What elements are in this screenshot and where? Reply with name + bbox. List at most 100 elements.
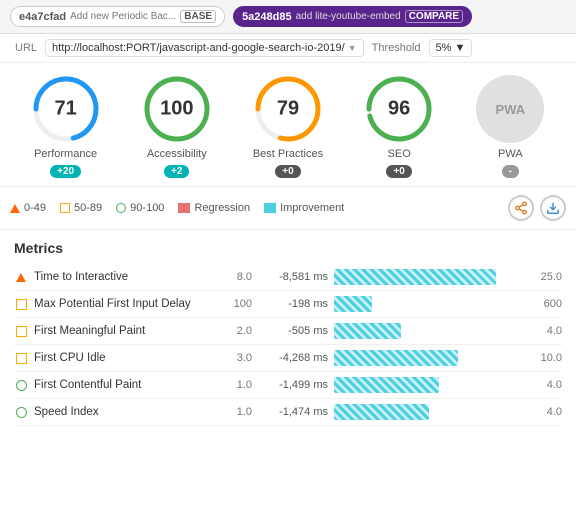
score-delta-best-practices: +0 — [275, 165, 300, 178]
circle-icon — [16, 380, 27, 391]
metric-base-max-potential-fid: 100 — [220, 298, 252, 310]
compare-type-badge: COMPARE — [405, 10, 463, 23]
base-commit-badge[interactable]: e4a7cfad Add new Periodic Bac... BASE — [10, 6, 225, 27]
metric-row-time-to-interactive: Time to Interactive 8.0 -8,581 ms 25.0 — [14, 264, 562, 291]
circle-icon — [16, 407, 27, 418]
score-label-accessibility: Accessibility — [147, 147, 207, 161]
metric-name-time-to-interactive: Time to Interactive — [34, 271, 214, 283]
improvement-icon — [264, 203, 276, 213]
legend-item-90-100: 90-100 — [116, 202, 164, 214]
base-hash: e4a7cfad — [19, 11, 66, 23]
compare-hash: 5a248d85 — [242, 11, 292, 23]
metric-name-first-cpu-idle: First CPU Idle — [34, 352, 214, 364]
score-item-performance: 71 Performance +20 — [21, 75, 111, 178]
metric-row-first-contentful-paint: First Contentful Paint 1.0 -1,499 ms 4.0 — [14, 372, 562, 399]
metric-row-first-meaningful-paint: First Meaningful Paint 2.0 -505 ms 4.0 — [14, 318, 562, 345]
metric-bar-container-first-contentful-paint — [334, 377, 524, 393]
threshold-select[interactable]: 5% ▼ — [429, 39, 473, 57]
score-delta-pwa: - — [502, 165, 519, 178]
score-item-accessibility: 100 Accessibility +2 — [132, 75, 222, 178]
legend-label-0-49: 0-49 — [24, 202, 46, 214]
metric-base-time-to-interactive: 8.0 — [220, 271, 252, 283]
url-value: http://localhost:PORT/javascript-and-goo… — [52, 42, 345, 54]
url-chevron-icon: ▼ — [348, 43, 357, 53]
url-bar: URL http://localhost:PORT/javascript-and… — [0, 34, 576, 63]
regression-icon — [178, 203, 190, 213]
metrics-title: Metrics — [14, 240, 562, 256]
score-item-pwa: PWA PWA - — [465, 75, 555, 178]
url-select[interactable]: http://localhost:PORT/javascript-and-goo… — [45, 39, 364, 57]
metric-row-speed-index: Speed Index 1.0 -1,474 ms 4.0 — [14, 399, 562, 426]
metric-bar-max-potential-fid — [334, 296, 372, 312]
circle-icon — [116, 203, 126, 213]
metric-delta-speed-index: -1,474 ms — [258, 406, 328, 418]
metric-base-speed-index: 1.0 — [220, 406, 252, 418]
metric-threshold-first-meaningful-paint: 4.0 — [530, 325, 562, 337]
score-ring-accessibility: 100 — [143, 75, 211, 143]
share-icon-button[interactable] — [508, 195, 534, 221]
metric-delta-first-cpu-idle: -4,268 ms — [258, 352, 328, 364]
threshold-value: 5% — [436, 42, 452, 54]
metric-delta-first-contentful-paint: -1,499 ms — [258, 379, 328, 391]
metric-icon-first-meaningful-paint — [14, 324, 28, 338]
score-value-accessibility: 100 — [160, 98, 193, 121]
metric-delta-max-potential-fid: -198 ms — [258, 298, 328, 310]
score-item-seo: 96 SEO +0 — [354, 75, 444, 178]
compare-commit-badge[interactable]: 5a248d85 add lite-youtube-embed COMPARE — [233, 6, 472, 27]
score-value-performance: 71 — [54, 98, 76, 121]
metric-icon-first-cpu-idle — [14, 351, 28, 365]
square-icon — [60, 203, 70, 213]
score-delta-seo: +0 — [386, 165, 411, 178]
metric-bar-container-speed-index — [334, 404, 524, 420]
base-type-badge: BASE — [180, 10, 216, 23]
metrics-table: Time to Interactive 8.0 -8,581 ms 25.0 M… — [14, 264, 562, 426]
score-ring-seo: 96 — [365, 75, 433, 143]
metric-name-max-potential-fid: Max Potential First Input Delay — [34, 298, 214, 310]
legend-item-improvement: Improvement — [264, 202, 344, 214]
metric-bar-container-first-meaningful-paint — [334, 323, 524, 339]
compare-message: add lite-youtube-embed — [296, 11, 401, 22]
metric-base-first-cpu-idle: 3.0 — [220, 352, 252, 364]
score-label-seo: SEO — [388, 147, 411, 161]
score-delta-performance: +20 — [50, 165, 81, 178]
download-icon-button[interactable] — [540, 195, 566, 221]
square-icon — [16, 299, 27, 310]
top-bar: e4a7cfad Add new Periodic Bac... BASE 5a… — [0, 0, 576, 34]
metric-bar-first-meaningful-paint — [334, 323, 401, 339]
metric-bar-time-to-interactive — [334, 269, 496, 285]
metric-icon-speed-index — [14, 405, 28, 419]
legend-label-improvement: Improvement — [280, 202, 344, 214]
metric-bar-container-max-potential-fid — [334, 296, 524, 312]
metric-name-first-meaningful-paint: First Meaningful Paint — [34, 325, 214, 337]
metric-base-first-meaningful-paint: 2.0 — [220, 325, 252, 337]
legend-item-regression: Regression — [178, 202, 250, 214]
metric-delta-first-meaningful-paint: -505 ms — [258, 325, 328, 337]
metric-bar-speed-index — [334, 404, 429, 420]
metric-threshold-time-to-interactive: 25.0 — [530, 271, 562, 283]
triangle-icon — [16, 273, 26, 282]
metric-threshold-first-cpu-idle: 10.0 — [530, 352, 562, 364]
metric-base-first-contentful-paint: 1.0 — [220, 379, 252, 391]
pwa-ring: PWA — [476, 75, 544, 143]
square-icon — [16, 326, 27, 337]
scores-section: 71 Performance +20 100 Accessibility +2 … — [0, 63, 576, 187]
score-value-best-practices: 79 — [277, 98, 299, 121]
metric-row-first-cpu-idle: First CPU Idle 3.0 -4,268 ms 10.0 — [14, 345, 562, 372]
metric-icon-max-potential-fid — [14, 297, 28, 311]
legend-label-regression: Regression — [194, 202, 250, 214]
url-label: URL — [15, 42, 37, 54]
metric-threshold-first-contentful-paint: 4.0 — [530, 379, 562, 391]
metric-name-speed-index: Speed Index — [34, 406, 214, 418]
score-ring-best-practices: 79 — [254, 75, 322, 143]
metric-bar-container-time-to-interactive — [334, 269, 524, 285]
square-icon — [16, 353, 27, 364]
legend-item-0-49: 0-49 — [10, 202, 46, 214]
legend-label-50-89: 50-89 — [74, 202, 102, 214]
score-ring-performance: 71 — [32, 75, 100, 143]
threshold-chevron-icon: ▼ — [454, 42, 465, 54]
metric-delta-time-to-interactive: -8,581 ms — [258, 271, 328, 283]
score-label-best-practices: Best Practices — [253, 147, 323, 161]
metrics-section: Metrics Time to Interactive 8.0 -8,581 m… — [0, 230, 576, 436]
legend: 0-49 50-89 90-100 Regression Improvement — [0, 187, 576, 230]
triangle-icon — [10, 204, 20, 213]
